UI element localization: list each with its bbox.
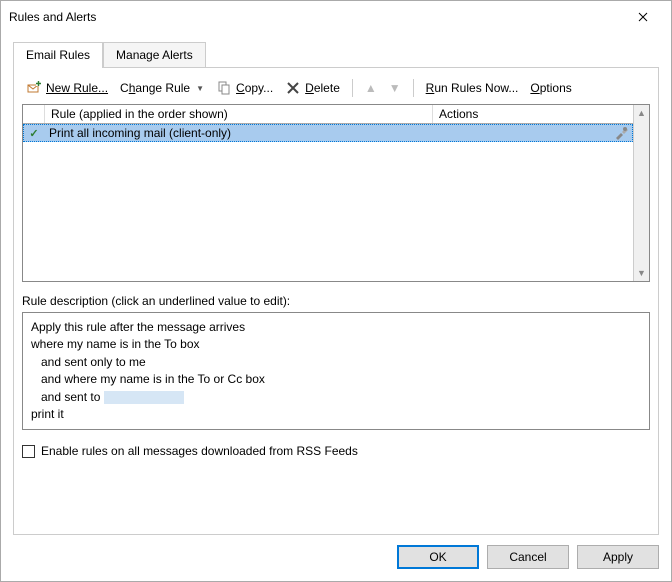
arrow-down-icon: ▼ [389,81,401,95]
close-icon [638,12,648,22]
toolbar-separator [352,79,353,97]
column-header-check[interactable] [23,105,45,123]
description-label: Rule description (click an underlined va… [22,294,650,308]
description-line: Apply this rule after the message arrive… [31,319,641,336]
dialog-content: Email Rules Manage Alerts New Rule... Ch… [1,33,671,535]
description-line: and sent only to me [31,354,641,371]
titlebar: Rules and Alerts [1,1,671,33]
ok-button[interactable]: OK [397,545,479,569]
tab-email-rules[interactable]: Email Rules [13,42,103,68]
dialog-footer: OK Cancel Apply [1,535,671,581]
copy-icon [216,80,232,96]
new-rule-icon [26,80,42,96]
button-label: Apply [603,550,633,564]
rules-list: Rule (applied in the order shown) Action… [22,104,650,282]
description-line: and where my name is in the To or Cc box [31,371,641,388]
window-title: Rules and Alerts [9,10,623,24]
rss-checkbox-label: Enable rules on all messages downloaded … [41,444,358,458]
scroll-down-icon[interactable]: ▼ [634,265,649,281]
toolbar: New Rule... Change Rule ▼ Copy... De [22,76,650,104]
rule-action-icon-cell [433,125,633,141]
move-up-button[interactable]: ▲ [361,79,381,97]
copy-label: Copy... [236,81,273,95]
change-rule-button[interactable]: Change Rule ▼ [116,79,208,97]
column-header-rule[interactable]: Rule (applied in the order shown) [45,105,433,123]
hammer-wrench-icon [613,125,629,141]
scrollbar[interactable]: ▲ ▼ [633,105,649,281]
new-rule-label: New Rule... [46,81,108,95]
checkmark-icon: ✓ [29,127,38,140]
chevron-down-icon: ▼ [196,84,204,93]
rss-checkbox-row: Enable rules on all messages downloaded … [22,444,650,458]
column-header-actions[interactable]: Actions [433,105,633,123]
delete-button[interactable]: Delete [281,78,344,98]
toolbar-separator [413,79,414,97]
tabstrip: Email Rules Manage Alerts [13,42,659,68]
tab-label: Email Rules [26,48,90,62]
arrow-up-icon: ▲ [365,81,377,95]
rule-checkbox[interactable]: ✓ [23,127,45,140]
run-rules-now-label: Run Rules Now... [426,81,519,95]
rules-list-header: Rule (applied in the order shown) Action… [23,105,633,124]
description-line: print it [31,406,641,423]
apply-button[interactable]: Apply [577,545,659,569]
rss-checkbox[interactable] [22,445,35,458]
email-rules-panel: New Rule... Change Rule ▼ Copy... De [13,67,659,535]
run-rules-now-button[interactable]: Run Rules Now... [422,79,523,97]
description-line: where my name is in the To box [31,336,641,353]
move-down-button[interactable]: ▼ [385,79,405,97]
sent-to-value-link[interactable] [104,391,184,404]
tab-label: Manage Alerts [116,48,193,62]
options-button[interactable]: Options [526,79,575,97]
button-label: OK [429,550,446,564]
delete-label: Delete [305,81,340,95]
description-box: Apply this rule after the message arrive… [22,312,650,430]
tab-manage-alerts[interactable]: Manage Alerts [103,42,206,68]
rule-row[interactable]: ✓ Print all incoming mail (client-only) [23,124,633,142]
rule-name: Print all incoming mail (client-only) [45,126,433,140]
options-label: Options [530,81,571,95]
close-button[interactable] [623,3,663,31]
rules-and-alerts-dialog: Rules and Alerts Email Rules Manage Aler… [0,0,672,582]
description-line: and sent to [31,389,641,406]
change-rule-label: Change Rule [120,81,190,95]
new-rule-button[interactable]: New Rule... [22,78,112,98]
rules-list-rows: ✓ Print all incoming mail (client-only) [23,124,633,281]
delete-x-icon [285,80,301,96]
scroll-up-icon[interactable]: ▲ [634,105,649,121]
cancel-button[interactable]: Cancel [487,545,569,569]
copy-button[interactable]: Copy... [212,78,277,98]
button-label: Cancel [509,550,546,564]
